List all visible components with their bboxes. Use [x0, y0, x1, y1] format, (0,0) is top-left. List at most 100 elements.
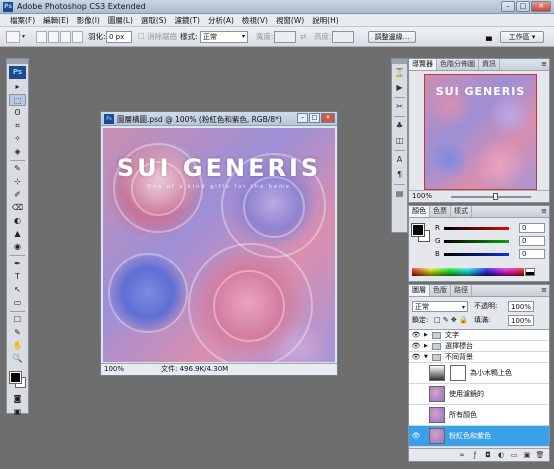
brushes-icon[interactable]: ♣ — [393, 120, 406, 132]
pen-tool-icon[interactable]: ✒ — [9, 258, 26, 270]
visibility-eye-icon[interactable]: 👁 — [411, 330, 421, 341]
blue-channel-slider[interactable] — [444, 253, 509, 256]
layer-row[interactable]: 為小木鴨上色 — [409, 363, 549, 384]
foreground-color-swatch[interactable] — [9, 371, 22, 384]
clone-stamp-tool-icon[interactable]: ✐ — [9, 189, 26, 201]
character-icon[interactable]: A — [393, 154, 406, 166]
menu-window[interactable]: 視窗(W) — [272, 14, 308, 26]
lasso-tool-icon[interactable]: ʘ — [9, 107, 26, 119]
blur-tool-icon[interactable]: ▲ — [9, 228, 26, 240]
quick-mask-icon[interactable]: ◙ — [9, 393, 26, 405]
crop-tool-icon[interactable]: ✧ — [9, 133, 26, 145]
paragraph-icon[interactable]: ¶ — [393, 169, 406, 181]
green-channel-input[interactable]: 0 — [519, 236, 545, 246]
tab-navigator[interactable]: 導覽器 — [409, 59, 437, 70]
marquee-preset-icon[interactable] — [6, 31, 20, 43]
shape-tool-icon[interactable]: ▭ — [9, 297, 26, 309]
intersect-selection-icon[interactable] — [72, 31, 83, 43]
hand-tool-icon[interactable]: ✋ — [9, 340, 26, 352]
tab-swatches[interactable]: 色票 — [430, 206, 451, 217]
workspace-icon[interactable]: ▄ — [486, 31, 492, 43]
menu-file[interactable]: 檔案(F) — [6, 14, 39, 26]
layer-row[interactable]: 👁 ▶ 選擇標台 — [409, 341, 549, 352]
document-canvas[interactable]: SUI GENERIS One of a kind gifts for the … — [103, 128, 335, 362]
screen-mode-icon[interactable]: ▣ — [9, 406, 26, 418]
menu-filter[interactable]: 濾鏡(T) — [171, 14, 204, 26]
document-maximize-button[interactable]: □ — [309, 113, 320, 123]
layer-style-icon[interactable]: ƒ — [470, 450, 480, 460]
layer-row[interactable]: 使用濾鏡的 — [409, 384, 549, 405]
move-tool-icon[interactable]: ▸ — [9, 81, 26, 93]
green-channel-slider[interactable] — [444, 240, 509, 243]
history-icon[interactable]: ⌛ — [393, 67, 406, 79]
navigator-zoom-value[interactable]: 100% — [412, 191, 432, 202]
brush-tool-icon[interactable]: ⊹ — [9, 176, 26, 188]
zoom-tool-icon[interactable]: 🔍 — [9, 353, 26, 365]
feather-input[interactable]: 0 px — [106, 31, 132, 43]
dodge-tool-icon[interactable]: ◉ — [9, 241, 26, 253]
eraser-tool-icon[interactable]: ⌫ — [9, 202, 26, 214]
document-file-size[interactable]: 文件: 496.9K/4.30M — [161, 364, 228, 375]
menu-select[interactable]: 選取(S) — [137, 14, 171, 26]
workspace-button[interactable]: 工作區 ▾ — [500, 31, 544, 43]
tab-histogram[interactable]: 色階分佈圖 — [437, 59, 479, 70]
zoom-slider-handle[interactable] — [493, 193, 498, 200]
toolbox-grip[interactable] — [7, 59, 28, 64]
tab-channels[interactable]: 色版 — [430, 285, 451, 296]
layer-row[interactable]: 👁 ▼ 不同背景 — [409, 352, 549, 363]
document-zoom[interactable]: 100% — [104, 364, 124, 375]
tab-color[interactable]: 顏色 — [409, 206, 430, 217]
link-layers-icon[interactable]: ∞ — [457, 450, 467, 460]
panel-menu-icon[interactable]: ≡ — [541, 59, 547, 70]
slice-tool-icon[interactable]: ◈ — [9, 146, 26, 158]
new-group-icon[interactable]: ▭ — [509, 450, 519, 460]
menu-analysis[interactable]: 分析(A) — [204, 14, 238, 26]
style-select[interactable]: 正常 ▾ — [200, 31, 248, 43]
red-channel-slider[interactable] — [444, 227, 509, 230]
path-selection-tool-icon[interactable]: ↖ — [9, 284, 26, 296]
navigator-thumbnail[interactable]: SUI GENERIS — [424, 74, 537, 190]
refine-edge-button[interactable]: 調整邊緣... — [368, 31, 416, 43]
actions-icon[interactable]: ▶ — [393, 82, 406, 94]
notes-tool-icon[interactable]: ☐ — [9, 314, 26, 326]
gradient-tool-icon[interactable]: ◐ — [9, 215, 26, 227]
tab-info[interactable]: 資訊 — [479, 59, 500, 70]
blend-mode-select[interactable]: 正常 ▾ — [412, 301, 468, 312]
tool-presets-icon[interactable]: ✂ — [393, 101, 406, 113]
type-tool-icon[interactable]: T — [9, 271, 26, 283]
layer-row-selected[interactable]: 👁 粉紅色和紫色 — [409, 426, 549, 447]
menu-view[interactable]: 檢視(V) — [238, 14, 272, 26]
clone-source-icon[interactable]: ◫ — [393, 135, 406, 147]
visibility-eye-icon[interactable]: 👁 — [411, 341, 421, 352]
layer-mask-thumbnail[interactable] — [450, 365, 466, 381]
layer-row[interactable]: 👁 ▶ 文字 — [409, 330, 549, 341]
expand-triangle-icon[interactable]: ▶ — [424, 341, 428, 352]
layer-comps-icon[interactable]: ▤ — [393, 188, 406, 200]
new-selection-icon[interactable] — [36, 31, 47, 43]
subtract-selection-icon[interactable] — [60, 31, 71, 43]
panel-menu-icon[interactable]: ≡ — [541, 285, 547, 296]
eyedropper-tool-icon[interactable]: ✎ — [9, 327, 26, 339]
minimize-button[interactable]: – — [501, 1, 515, 12]
add-mask-icon[interactable]: ◘ — [483, 450, 493, 460]
menu-help[interactable]: 說明(H) — [308, 14, 343, 26]
icon-strip-grip[interactable] — [392, 59, 407, 64]
black-white-ramp[interactable] — [525, 268, 535, 276]
panel-menu-icon[interactable]: ≡ — [541, 206, 547, 217]
menu-edit[interactable]: 編輯(E) — [39, 14, 73, 26]
tab-paths[interactable]: 路徑 — [451, 285, 472, 296]
visibility-eye-icon[interactable]: 👁 — [411, 352, 421, 363]
marquee-tool-icon[interactable]: ⬚ — [9, 94, 26, 106]
quick-select-tool-icon[interactable]: ⌗ — [9, 120, 26, 132]
fill-input[interactable]: 100% — [508, 315, 534, 326]
add-selection-icon[interactable] — [48, 31, 59, 43]
tab-layers[interactable]: 圖層 — [409, 285, 430, 296]
layer-row[interactable]: 所有顏色 — [409, 405, 549, 426]
healing-brush-tool-icon[interactable]: ✎ — [9, 163, 26, 175]
opacity-input[interactable]: 100% — [508, 301, 534, 312]
tab-styles[interactable]: 樣式 — [451, 206, 472, 217]
close-button[interactable]: ✕ — [531, 1, 551, 12]
color-ramp[interactable] — [412, 268, 524, 276]
adjustment-layer-icon[interactable]: ◐ — [496, 450, 506, 460]
expand-triangle-icon[interactable]: ▶ — [424, 330, 428, 341]
